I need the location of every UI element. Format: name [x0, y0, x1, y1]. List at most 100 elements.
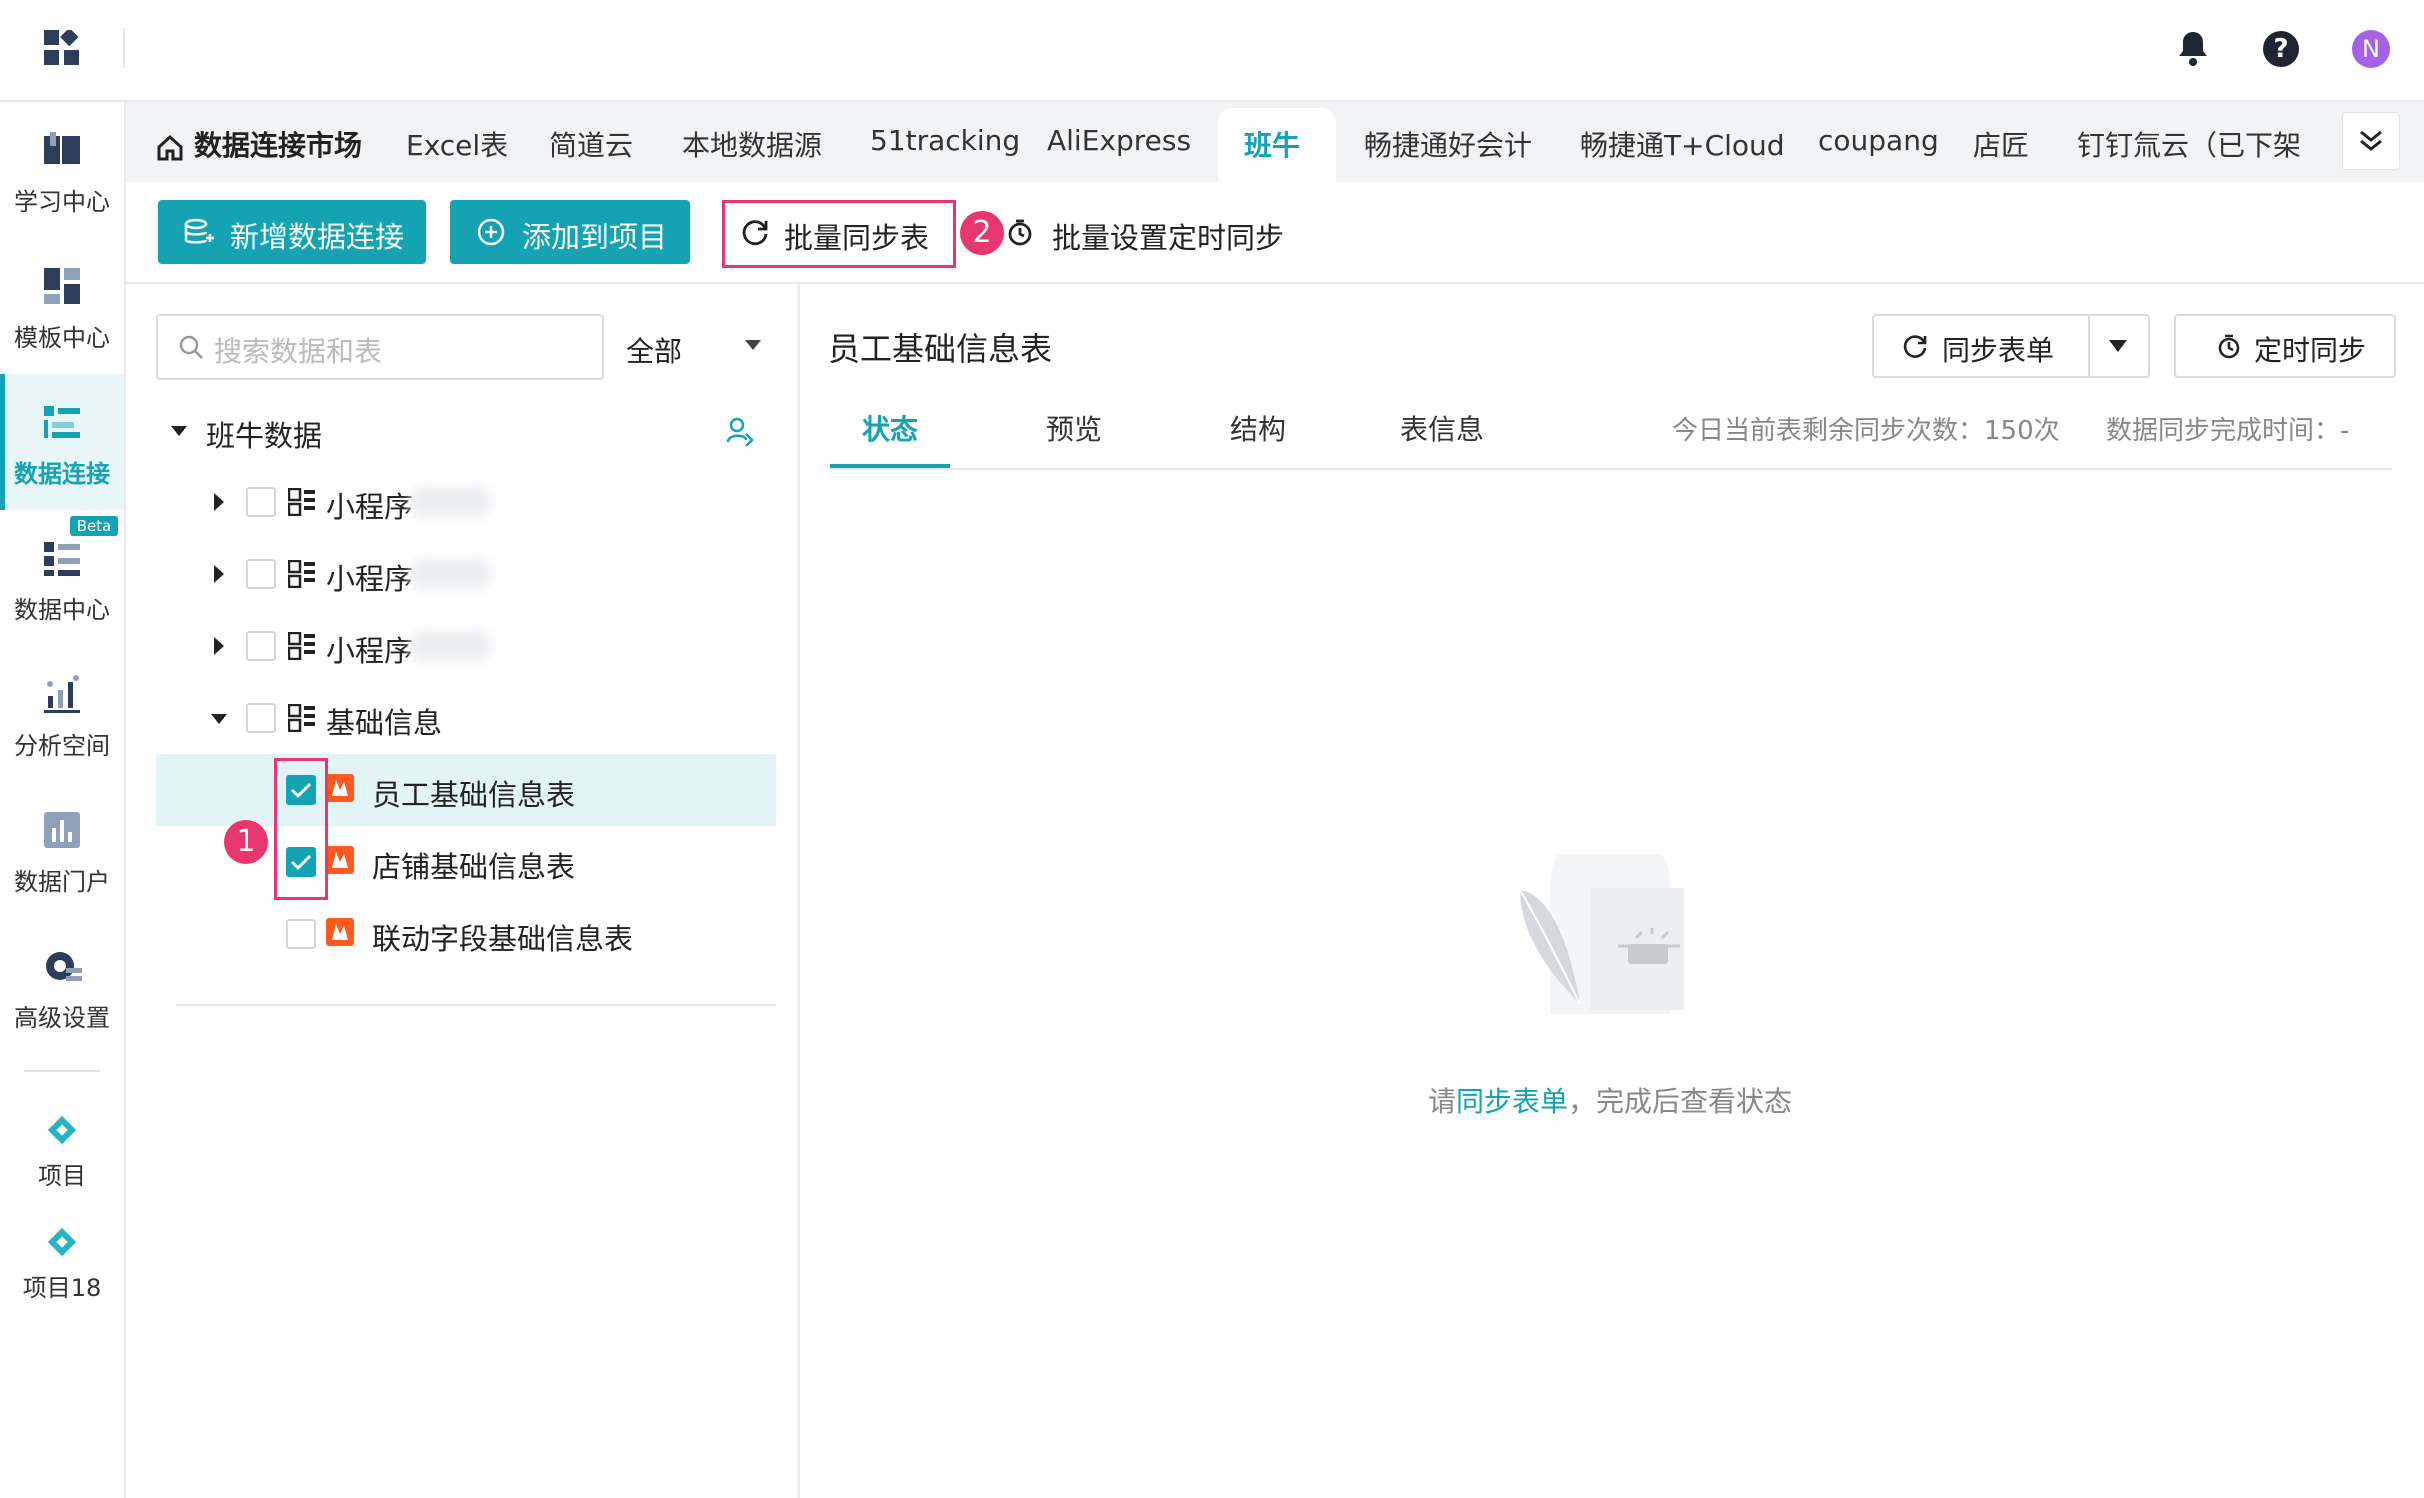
- sync-form-label: 同步表单: [1942, 334, 2055, 367]
- sidebar-item-label: 项目: [38, 1162, 86, 1190]
- tree-group-label[interactable]: 小程序: [326, 484, 413, 526]
- advanced-settings-icon: [46, 952, 82, 981]
- filter-dropdown[interactable]: 全部: [626, 314, 776, 376]
- caret-down-icon[interactable]: [2108, 338, 2128, 354]
- tree-group-label[interactable]: 基础信息: [326, 700, 442, 742]
- table-item-label[interactable]: 员工基础信息表: [372, 772, 575, 814]
- avatar[interactable]: N: [2352, 30, 2390, 68]
- sidebar-item-label: 数据门户: [14, 868, 110, 896]
- empty-state-prefix: 请: [1428, 1085, 1457, 1118]
- data-center-icon: [44, 542, 80, 576]
- tab-local-data-source[interactable]: 本地数据源: [682, 124, 822, 164]
- user-sync-icon[interactable]: [726, 416, 756, 446]
- sidebar-item-label: 数据中心: [14, 596, 110, 624]
- tab-excel[interactable]: Excel表: [406, 124, 508, 164]
- banniu-table-icon: [326, 846, 354, 874]
- split-divider: [2088, 316, 2090, 376]
- tab-data-connection-market[interactable]: 数据连接市场: [194, 124, 362, 164]
- add-data-connection-label: 新增数据连接: [230, 220, 405, 254]
- schedule-sync-button[interactable]: 定时同步: [2174, 314, 2396, 378]
- sidebar-item-template-center[interactable]: 模板中心: [0, 238, 124, 374]
- add-to-project-button[interactable]: 添加到项目: [450, 200, 690, 264]
- sidebar-item-data-center[interactable]: Beta 数据中心: [0, 510, 124, 646]
- sidebar-item-project-18[interactable]: 项目18: [0, 1206, 124, 1316]
- empty-state-illustration: [1519, 854, 1684, 1014]
- table-item-label[interactable]: 店铺基础信息表: [372, 844, 575, 886]
- empty-state-suffix: ，完成后查看状态: [1568, 1085, 1793, 1118]
- group-checkbox[interactable]: [246, 631, 276, 661]
- search-input[interactable]: 搜索数据和表: [214, 330, 382, 370]
- tree-bottom-divider: [176, 1004, 776, 1006]
- tab-chanjet-tplus-cloud[interactable]: 畅捷通T+Cloud: [1580, 124, 1785, 164]
- tab-dianjiang[interactable]: 店匠: [1973, 124, 2029, 164]
- caret-down-icon: [745, 340, 761, 350]
- home-icon: [157, 134, 183, 161]
- annotation-highlight-box: [722, 200, 956, 268]
- caret-right-icon[interactable]: [212, 564, 226, 584]
- caret-right-icon[interactable]: [212, 636, 226, 656]
- tree-root-label[interactable]: 班牛数据: [206, 413, 322, 455]
- sidebar: 学习中心 模板中心 数据连接 Beta 数据中心 分析空间 数据门户 高级设置 …: [0, 102, 126, 1498]
- group-checkbox[interactable]: [246, 487, 276, 517]
- tab-banniu[interactable]: 班牛: [1244, 124, 1300, 164]
- mini-program-icon: [288, 632, 315, 660]
- help-icon[interactable]: ?: [2263, 31, 2299, 67]
- tree-group-label[interactable]: 小程序: [326, 628, 413, 670]
- analysis-space-icon: [44, 675, 80, 713]
- caret-right-icon[interactable]: [212, 492, 226, 512]
- tab-dingtalk-h3yun[interactable]: 钉钉氚云（已下架: [2077, 124, 2307, 164]
- sidebar-item-advanced-settings[interactable]: 高级设置: [0, 918, 124, 1054]
- sidebar-item-label: 项目18: [22, 1274, 102, 1302]
- group-checkbox[interactable]: [246, 559, 276, 589]
- redacted-text: [410, 487, 490, 517]
- divider: [123, 28, 125, 68]
- tab-coupang[interactable]: coupang: [1818, 124, 1939, 157]
- search-icon: [179, 335, 203, 359]
- subtab-table-info[interactable]: 表信息: [1400, 408, 1484, 448]
- table-tree-panel: 搜索数据和表 全部 班牛数据 小程序 小程序 小程序 基础信息 员工基础信息表 …: [126, 284, 796, 1498]
- table-checkbox[interactable]: [286, 919, 316, 949]
- table-detail-panel: 员工基础信息表 同步表单 定时同步 状态 预览 结构 表信息 今日当前表剩余同步…: [798, 284, 2424, 1498]
- sidebar-item-data-portal[interactable]: 数据门户: [0, 782, 124, 918]
- subtab-structure[interactable]: 结构: [1230, 408, 1286, 448]
- sync-completion-time: 数据同步完成时间：-: [2106, 416, 2350, 446]
- sidebar-item-label: 数据连接: [14, 460, 110, 488]
- learning-center-icon: [44, 132, 80, 164]
- search-box[interactable]: 搜索数据和表: [156, 314, 604, 380]
- sync-form-button[interactable]: 同步表单: [1874, 316, 2088, 376]
- table-item-label[interactable]: 联动字段基础信息表: [372, 916, 633, 958]
- sidebar-divider: [24, 1070, 100, 1072]
- subtab-status[interactable]: 状态: [862, 408, 918, 448]
- add-data-connection-button[interactable]: 新增数据连接: [158, 200, 426, 264]
- redacted-text: [410, 559, 490, 589]
- tab-aliexpress[interactable]: AliExpress: [1047, 124, 1191, 157]
- tab-jiandaoyun[interactable]: 简道云: [549, 124, 633, 164]
- mini-program-icon: [288, 704, 315, 732]
- beta-badge: Beta: [70, 516, 118, 536]
- banniu-table-icon: [326, 918, 354, 946]
- group-checkbox[interactable]: [246, 703, 276, 733]
- sidebar-item-data-connection[interactable]: 数据连接: [0, 374, 124, 510]
- sidebar-item-learning-center[interactable]: 学习中心: [0, 102, 124, 238]
- tab-51tracking[interactable]: 51tracking: [870, 124, 1020, 157]
- table-title: 员工基础信息表: [828, 330, 1053, 368]
- bell-icon[interactable]: [2176, 30, 2210, 68]
- app-grid-icon[interactable]: [44, 30, 80, 66]
- sidebar-item-project[interactable]: 项目: [0, 1092, 124, 1202]
- subtab-preview[interactable]: 预览: [1046, 408, 1102, 448]
- caret-down-icon[interactable]: [170, 424, 188, 438]
- data-connection-icon: [44, 406, 80, 438]
- tab-chanjet-accounting[interactable]: 畅捷通好会计: [1364, 124, 1532, 164]
- sidebar-item-analysis-space[interactable]: 分析空间: [0, 646, 124, 782]
- banniu-table-icon: [326, 774, 354, 802]
- sync-icon: [1903, 335, 1927, 358]
- caret-down-icon[interactable]: [210, 712, 228, 726]
- remaining-sync-count: 今日当前表剩余同步次数：150次: [1672, 416, 2060, 446]
- batch-schedule-sync-button[interactable]: 批量设置定时同步: [1004, 200, 1304, 264]
- sync-form-link[interactable]: 同步表单: [1456, 1085, 1568, 1118]
- more-tabs-button[interactable]: [2342, 112, 2400, 170]
- tree-group-label[interactable]: 小程序: [326, 556, 413, 598]
- sidebar-item-label: 高级设置: [14, 1004, 110, 1032]
- sidebar-item-label: 分析空间: [14, 732, 110, 760]
- batch-schedule-sync-label: 批量设置定时同步: [1052, 221, 1285, 255]
